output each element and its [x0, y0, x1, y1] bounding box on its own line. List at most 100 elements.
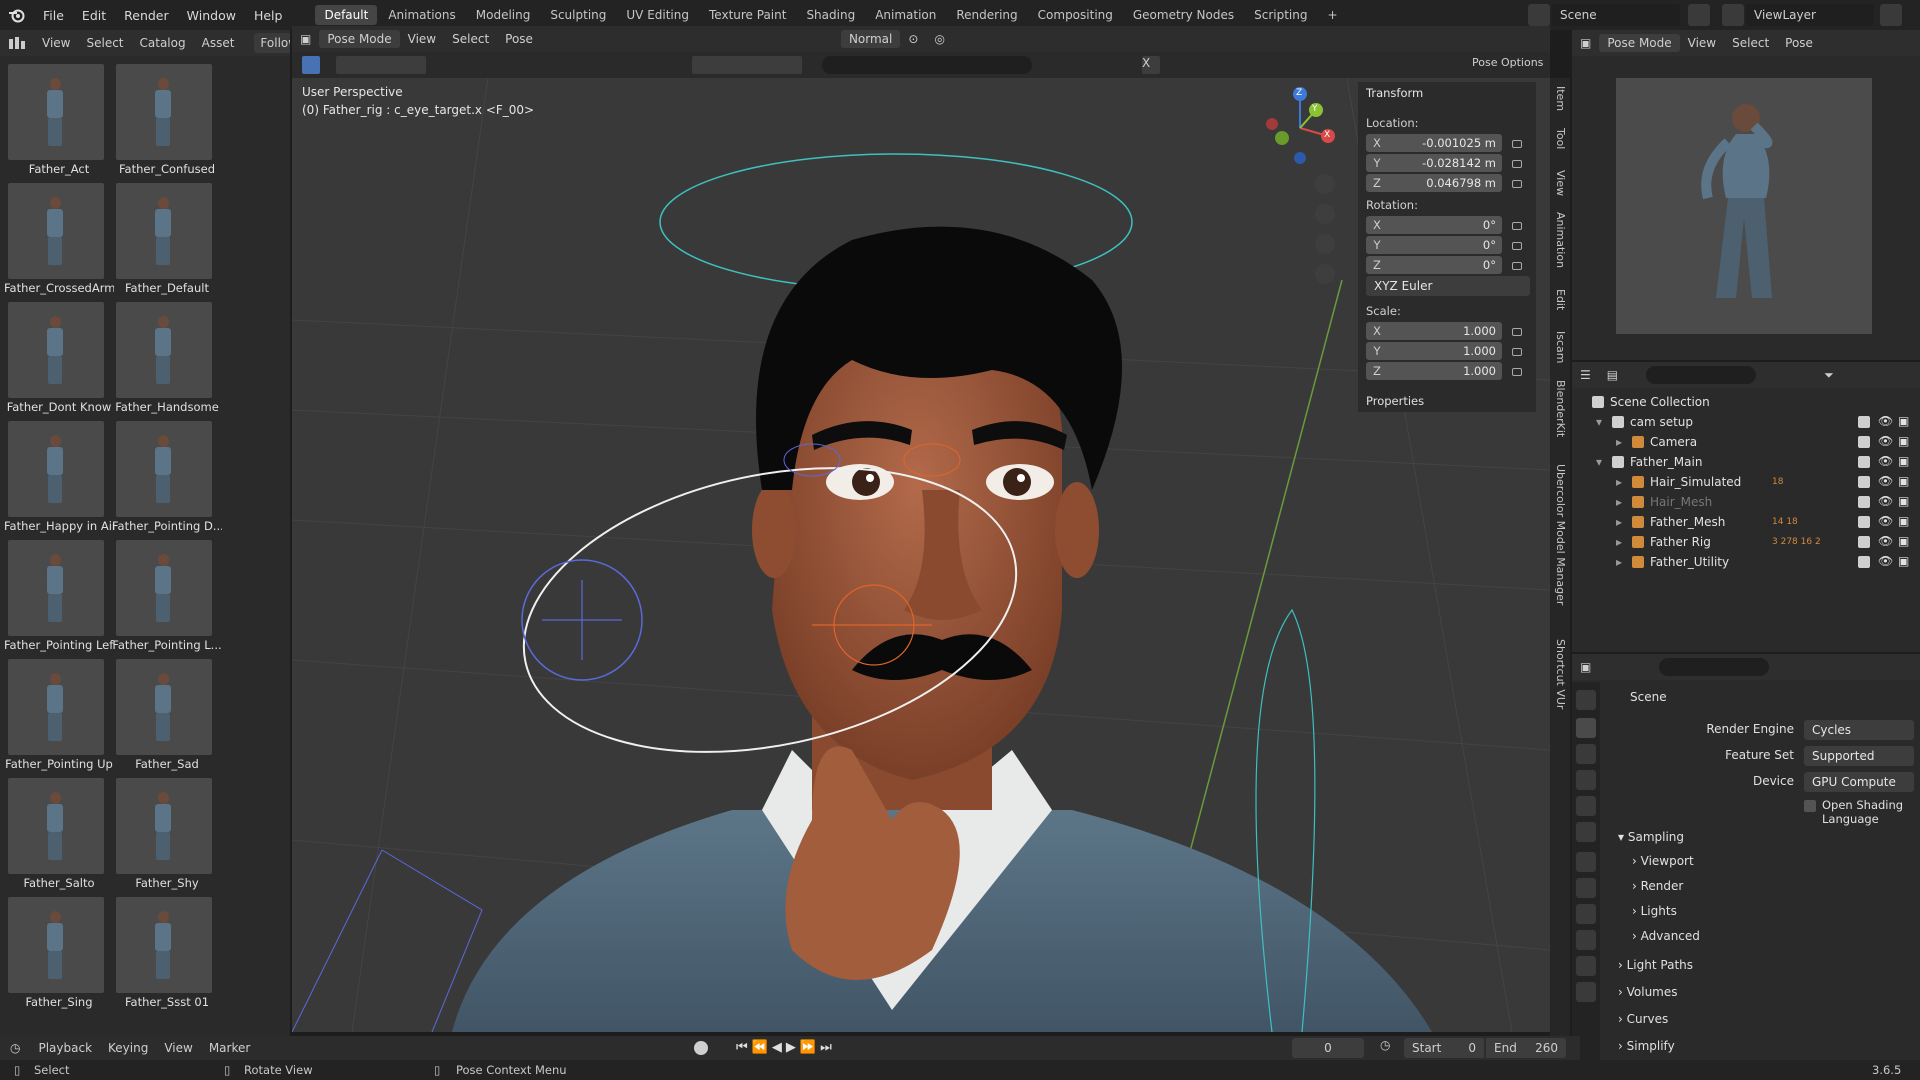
camera-icon[interactable]: ▣	[1898, 414, 1909, 428]
rotation-field-y[interactable]: Y 0°	[1366, 236, 1502, 254]
lock-icon[interactable]	[1512, 348, 1522, 356]
eye-icon[interactable]: 👁	[1878, 414, 1893, 428]
eye-icon[interactable]: 👁	[1878, 494, 1893, 508]
menu-file[interactable]: File	[34, 8, 73, 23]
preview-menu-view[interactable]: View	[1680, 36, 1724, 50]
tab-modeling[interactable]: Modeling	[467, 5, 540, 25]
render-tab-icon[interactable]	[1576, 718, 1596, 738]
outliner-row[interactable]: Scene Collection	[1572, 392, 1920, 412]
tab-geometry-nodes[interactable]: Geometry Nodes	[1124, 5, 1243, 25]
eye-icon[interactable]: 👁	[1878, 554, 1893, 568]
object-tab-icon[interactable]	[1576, 878, 1596, 898]
sampling-subpanel[interactable]: › Lights	[1632, 904, 1677, 918]
asset-thumbnail[interactable]	[116, 64, 212, 160]
exclude-checkbox[interactable]	[1858, 476, 1870, 488]
preview-mode-selector[interactable]: Pose Mode	[1599, 34, 1680, 52]
new-view-layer-button[interactable]	[1880, 4, 1902, 26]
side-tab[interactable]: Ubercolor Model Manager	[1554, 464, 1567, 605]
playback-menu[interactable]: Playback	[30, 1041, 100, 1055]
exclude-checkbox[interactable]	[1858, 416, 1870, 428]
lock-icon[interactable]	[1512, 222, 1522, 230]
asset-item[interactable]: Father_Pointing Up	[4, 657, 113, 771]
camera-icon[interactable]: ▣	[1898, 534, 1909, 548]
view-layer-tab-icon[interactable]	[1576, 770, 1596, 790]
side-tab[interactable]: BlenderKit	[1554, 380, 1567, 437]
timeline-view-menu[interactable]: View	[156, 1041, 200, 1055]
mode-selector[interactable]: Pose Mode	[319, 30, 400, 48]
search-field[interactable]	[822, 56, 1032, 74]
viewport-editor-type-icon[interactable]: ▣	[292, 32, 319, 46]
asset-item[interactable]: Father_Sing	[4, 895, 106, 1009]
asset-item[interactable]: Father_Shy	[112, 776, 214, 890]
lock-icon[interactable]	[1512, 140, 1522, 148]
filter-icon[interactable]: ⏷	[1816, 368, 1842, 383]
tab-rendering[interactable]: Rendering	[947, 5, 1026, 25]
asset-item[interactable]: Father_Pointing Left	[4, 538, 114, 652]
asset-thumbnail[interactable]	[116, 540, 212, 636]
side-tab[interactable]: Animation	[1554, 212, 1567, 268]
asset-menu-catalog[interactable]: Catalog	[132, 36, 194, 50]
asset-thumbnail[interactable]	[8, 302, 104, 398]
outliner-row[interactable]: ▾ Father_Main 👁 ▣	[1572, 452, 1920, 472]
device-dropdown[interactable]: GPU Compute	[1804, 772, 1914, 792]
sampling-subpanel[interactable]: › Advanced	[1632, 929, 1700, 943]
camera-icon[interactable]: ▣	[1898, 554, 1909, 568]
render-engine-dropdown[interactable]: Cycles	[1804, 720, 1914, 740]
lock-icon[interactable]	[1512, 262, 1522, 270]
side-tab[interactable]: Shortcut VUr	[1554, 639, 1567, 709]
tab-shading[interactable]: Shading	[797, 5, 864, 25]
location-field-x[interactable]: X -0.001025 m	[1366, 134, 1502, 152]
location-field-z[interactable]: Z 0.046798 m	[1366, 174, 1502, 192]
proportional-edit-icon[interactable]: ◎	[926, 32, 952, 46]
lock-icon[interactable]	[1512, 180, 1522, 188]
asset-item[interactable]: Father_Default	[112, 181, 214, 295]
menu-render[interactable]: Render	[115, 8, 178, 23]
asset-menu-select[interactable]: Select	[78, 36, 131, 50]
asset-menu-view[interactable]: View	[34, 36, 78, 50]
orientation-selector[interactable]: Normal	[840, 30, 901, 48]
constraint-tab-icon[interactable]	[1576, 956, 1596, 976]
new-scene-button[interactable]	[1688, 4, 1710, 26]
eye-icon[interactable]: 👁	[1878, 434, 1893, 448]
expand-arrow-icon[interactable]: ▸	[1616, 555, 1622, 569]
camera-view-icon[interactable]	[1315, 234, 1335, 254]
menu-window[interactable]: Window	[178, 8, 245, 23]
asset-item[interactable]: Father_Pointing D...	[112, 419, 222, 533]
camera-icon[interactable]: ▣	[1898, 494, 1909, 508]
asset-thumbnail[interactable]	[8, 64, 104, 160]
asset-item[interactable]: Father_Confused	[112, 62, 215, 176]
tab-texture-paint[interactable]: Texture Paint	[700, 5, 795, 25]
tab-default[interactable]: Default	[315, 5, 378, 25]
camera-icon[interactable]: ▣	[1898, 434, 1909, 448]
side-tab[interactable]: Edit	[1554, 289, 1567, 310]
playback-controls[interactable]: ⏮⏪◀▶⏩⏭	[736, 1040, 856, 1056]
exclude-checkbox[interactable]	[1858, 536, 1870, 548]
data-tab-icon[interactable]	[1576, 982, 1596, 1002]
camera-icon[interactable]: ▣	[1898, 474, 1909, 488]
keying-menu[interactable]: Keying	[100, 1041, 156, 1055]
asset-thumbnail[interactable]	[8, 897, 104, 993]
viewport-menu-pose[interactable]: Pose	[497, 32, 541, 46]
add-workspace-button[interactable]: +	[1318, 5, 1346, 25]
menu-help[interactable]: Help	[245, 8, 292, 23]
tab-sculpting[interactable]: Sculpting	[541, 5, 615, 25]
exclude-checkbox[interactable]	[1858, 436, 1870, 448]
asset-item[interactable]: Father_Salto	[4, 776, 106, 890]
eye-icon[interactable]: 👁	[1878, 454, 1893, 468]
feature-set-dropdown[interactable]: Supported	[1804, 746, 1914, 766]
tab-uv-editing[interactable]: UV Editing	[617, 5, 698, 25]
asset-item[interactable]: Father_Handsome	[112, 300, 219, 414]
exclude-checkbox[interactable]	[1858, 456, 1870, 468]
character-preview[interactable]	[1616, 78, 1872, 334]
lock-icon[interactable]	[1512, 368, 1522, 376]
timeline-editor-type-icon[interactable]: ◷	[0, 1041, 30, 1055]
outliner-row[interactable]: ▾ cam setup 👁 ▣	[1572, 412, 1920, 432]
current-frame-field[interactable]: 0	[1292, 1038, 1364, 1058]
pan-hand-icon[interactable]	[1315, 204, 1335, 224]
display-filter-buttons[interactable]	[692, 56, 802, 74]
properties-editor-type-icon[interactable]: ▣	[1572, 660, 1599, 674]
view-layer-selector[interactable]: ViewLayer	[1746, 4, 1874, 26]
asset-item[interactable]: Father_Sad	[112, 657, 214, 771]
scale-field-y[interactable]: Y 1.000	[1366, 342, 1502, 360]
editor-type-icon[interactable]	[0, 36, 34, 50]
